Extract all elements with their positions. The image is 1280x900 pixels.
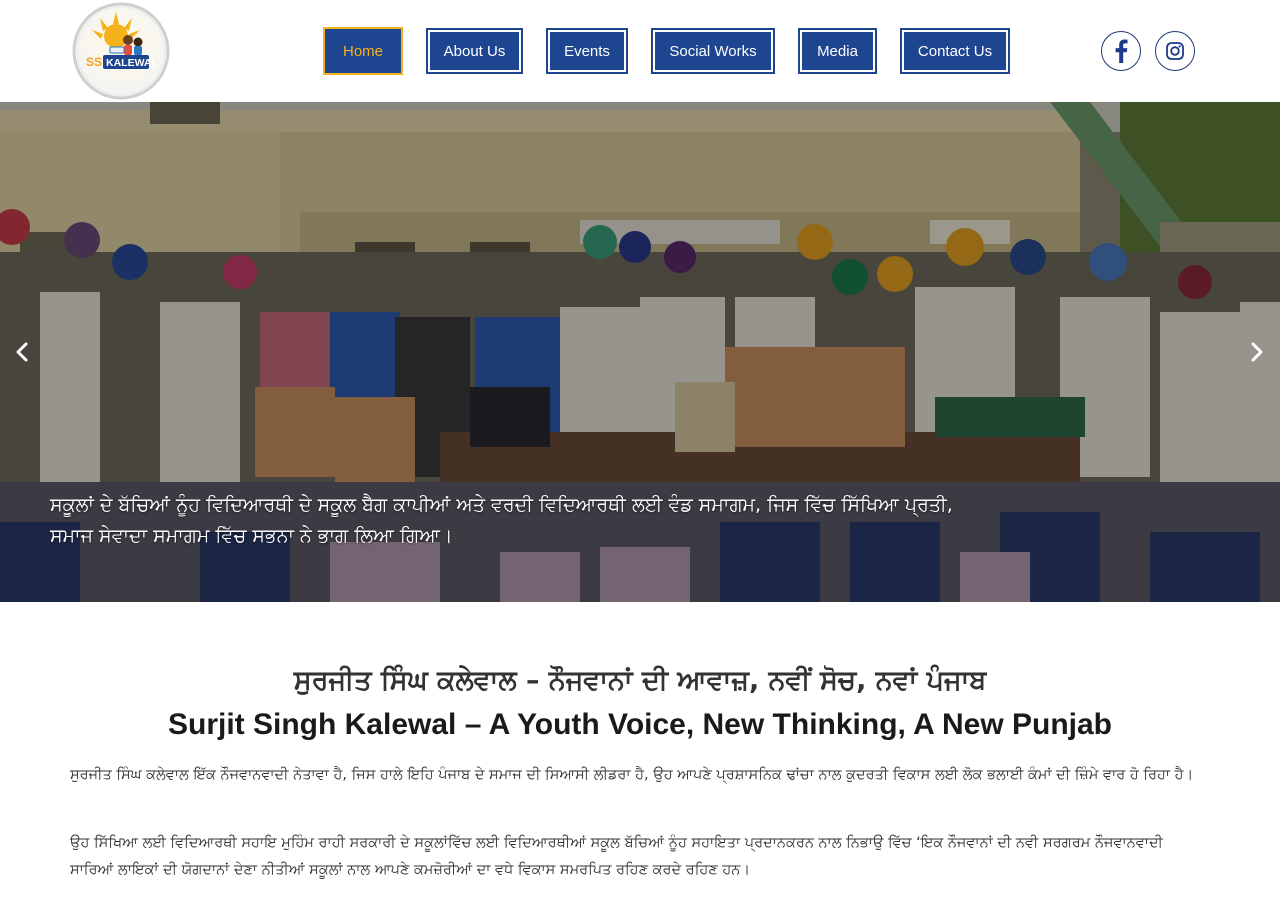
instagram-icon bbox=[1166, 42, 1184, 60]
intro-paragraph-1: ਸੁਰਜੀਤ ਸਿੰਘ ਕਲੇਵਾਲ ਇੱਕ ਨੌਜਵਾਨਵਾਦੀ ਨੇਤਾਵਾ… bbox=[70, 767, 1194, 783]
nav-about-us[interactable]: About Us bbox=[426, 28, 523, 74]
chevron-right-icon bbox=[1250, 342, 1264, 362]
nav-social-works[interactable]: Social Works bbox=[651, 28, 775, 74]
slider-next-button[interactable] bbox=[1245, 340, 1269, 364]
nav-contact-us[interactable]: Contact Us bbox=[900, 28, 1010, 74]
chevron-left-icon bbox=[15, 342, 29, 362]
svg-text:SS: SS bbox=[86, 55, 102, 69]
intro-title-punjabi: ਸੁਰਜੀਤ ਸਿੰਘ ਕਲੇਵਾਲ – ਨੌਜਵਾਨਾਂ ਦੀ ਆਵਾਜ਼, … bbox=[293, 665, 987, 696]
site-logo[interactable]: SS KALEWAL bbox=[70, 0, 172, 102]
intro-title-english: Surjit Singh Kalewal – A Youth Voice, Ne… bbox=[167, 708, 1112, 741]
logo-emblem: SS KALEWAL bbox=[72, 2, 170, 100]
main-nav: Home About Us Events Social Works Media … bbox=[323, 27, 1010, 75]
hero-caption: ਸਕੂਲਾਂ ਦੇ ਬੱਚਿਆਂ ਨੂੰਹ ਵਿਦਿਆਰਥੀ ਦੇ ਸਕੂਲ ਬ… bbox=[50, 494, 953, 547]
nav-media[interactable]: Media bbox=[798, 28, 877, 74]
nav-home[interactable]: Home bbox=[323, 27, 403, 75]
intro-paragraph-2: ਉਹ ਸਿੱਖਿਆ ਲਈ ਵਿਦਿਆਰਥੀ ਸਹਾਇ ਮੁਹਿੰਮ ਰਾਹੀ ਸ… bbox=[70, 835, 1163, 878]
facebook-link[interactable] bbox=[1101, 31, 1141, 71]
slider-prev-button[interactable] bbox=[10, 340, 34, 364]
hero-slider: ਸਕੂਲਾਂ ਦੇ ਬੱਚਿਆਂ ਨੂੰਹ ਵਿਦਿਆਰਥੀ ਦੇ ਸਕੂਲ ਬ… bbox=[0, 102, 1280, 602]
svg-text:KALEWAL: KALEWAL bbox=[106, 57, 158, 69]
nav-events[interactable]: Events bbox=[546, 28, 628, 74]
site-header: SS KALEWAL Home About Us Events Social W… bbox=[0, 0, 1280, 102]
facebook-icon bbox=[1114, 39, 1128, 63]
instagram-link[interactable] bbox=[1155, 31, 1195, 71]
